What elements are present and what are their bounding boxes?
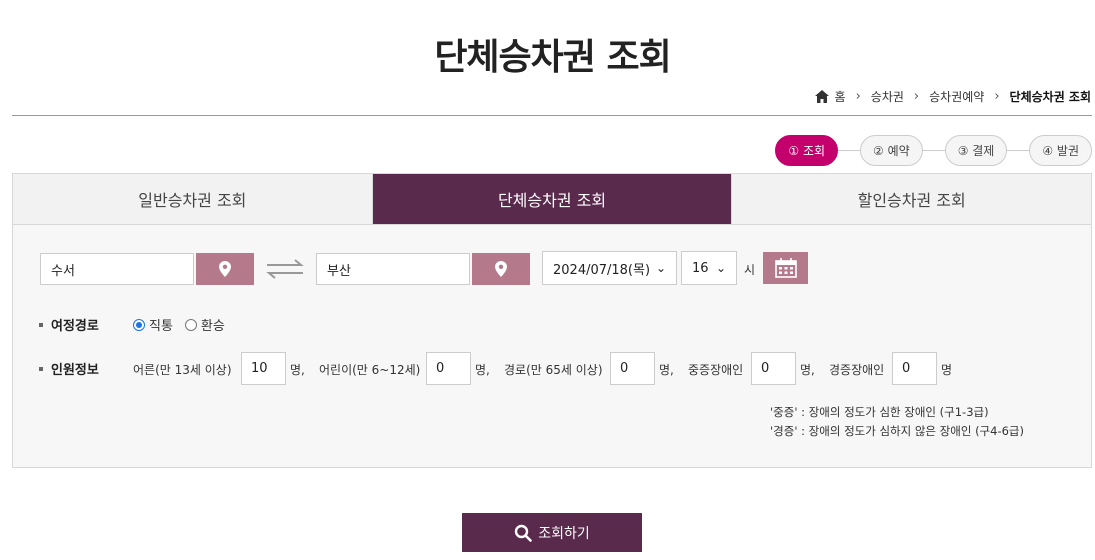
arrival-station-button[interactable] (472, 253, 530, 285)
breadcrumb-home[interactable]: 홈 (814, 88, 846, 105)
chevron-right-icon: › (855, 89, 861, 104)
bullet-icon (39, 322, 43, 327)
tab-group[interactable]: 단체승차권 조회 (371, 174, 732, 224)
step-connector (838, 150, 861, 151)
step-connector (922, 150, 945, 151)
senior-count-input[interactable]: 0 (610, 352, 655, 385)
severe-disability-unit: 명, (800, 363, 815, 377)
adult-label: 어른(만 13세 이상) (133, 363, 232, 377)
tab-discount[interactable]: 할인승차권 조회 (731, 174, 1092, 224)
passenger-label-text: 인원정보 (51, 363, 99, 378)
progress-steps: ① 조회 ② 예약 ③ 결제 ④ 발권 (775, 135, 1092, 166)
hour-select[interactable]: 16 ⌄ (681, 251, 737, 285)
severe-disability-count-input[interactable]: 0 (751, 352, 796, 385)
hour-value: 16 (692, 260, 709, 276)
child-label: 어린이(만 6~12세) (319, 363, 421, 377)
location-pin-icon (219, 261, 231, 277)
chevron-down-icon: ⌄ (655, 261, 666, 275)
severe-disability-label: 중증장애인 (688, 363, 744, 377)
tab-general[interactable]: 일반승차권 조회 (13, 174, 372, 224)
route-label-text: 여정경로 (51, 319, 99, 334)
departure-input[interactable]: 수서 (40, 253, 194, 285)
search-icon (515, 524, 533, 542)
calendar-button[interactable] (763, 252, 808, 284)
search-button[interactable]: 조회하기 (462, 513, 642, 552)
location-pin-icon (495, 261, 507, 277)
mild-disability-count-input[interactable]: 0 (892, 352, 937, 385)
step-reserve: ② 예약 (860, 135, 923, 166)
mild-disability-unit: 명 (941, 363, 953, 377)
breadcrumb: 홈 › 승차권 › 승차권예약 › 단체승차권 조회 (814, 88, 1091, 105)
step-issue: ④ 발권 (1029, 135, 1092, 166)
child-unit: 명, (475, 363, 490, 377)
route-label: 여정경로 (39, 315, 99, 334)
route-direct-radio[interactable] (133, 318, 145, 331)
departure-station-button[interactable] (196, 253, 254, 285)
step-connector (1007, 150, 1030, 151)
title-divider (12, 115, 1092, 116)
page-title: 단체승차권 조회 (434, 37, 671, 78)
adult-unit: 명, (290, 363, 305, 377)
chevron-right-icon: › (994, 89, 1000, 104)
search-button-label: 조회하기 (538, 525, 590, 542)
chevron-down-icon: ⌄ (715, 261, 726, 275)
hour-unit: 시 (744, 263, 756, 277)
severe-note: '중증' : 장애의 정도가 심한 장애인 (구1-3급) (770, 405, 989, 419)
home-icon (814, 90, 829, 103)
bullet-icon (39, 366, 43, 371)
date-value: 2024/07/18(목) (553, 262, 651, 278)
breadcrumb-reservation[interactable]: 승차권예약 (929, 88, 984, 105)
search-panel: 수서 부산 2024/07/18(목) ⌄ 16 ⌄ 시 여정경로 직통 환승 … (12, 224, 1092, 468)
calendar-icon (774, 258, 797, 278)
route-transfer-label[interactable]: 환승 (201, 315, 225, 334)
senior-label: 경로(만 65세 이상) (504, 363, 603, 377)
route-transfer-radio[interactable] (184, 318, 197, 331)
step-search: ① 조회 (775, 135, 839, 166)
ticket-type-tabs: 일반승차권 조회 단체승차권 조회 할인승차권 조회 (12, 173, 1092, 224)
passenger-label: 인원정보 (39, 359, 99, 378)
breadcrumb-home-label: 홈 (834, 90, 846, 104)
adult-count-input[interactable]: 10 (241, 352, 286, 385)
breadcrumb-current: 단체승차권 조회 (1009, 90, 1091, 104)
route-radio-group: 직통 환승 (133, 315, 237, 334)
breadcrumb-ticket[interactable]: 승차권 (871, 88, 904, 105)
senior-unit: 명, (659, 363, 674, 377)
child-count-input[interactable]: 0 (426, 352, 471, 385)
mild-disability-label: 경증장애인 (829, 363, 885, 377)
route-direct-label[interactable]: 직통 (149, 315, 173, 334)
chevron-right-icon: › (913, 89, 920, 104)
step-payment: ③ 결제 (944, 135, 1008, 166)
swap-icon[interactable] (265, 256, 305, 282)
date-select[interactable]: 2024/07/18(목) ⌄ (542, 251, 677, 285)
arrival-input[interactable]: 부산 (316, 253, 470, 285)
mild-note: '경증' : 장애의 정도가 심하지 않은 장애인 (구4-6급) (770, 424, 1024, 438)
